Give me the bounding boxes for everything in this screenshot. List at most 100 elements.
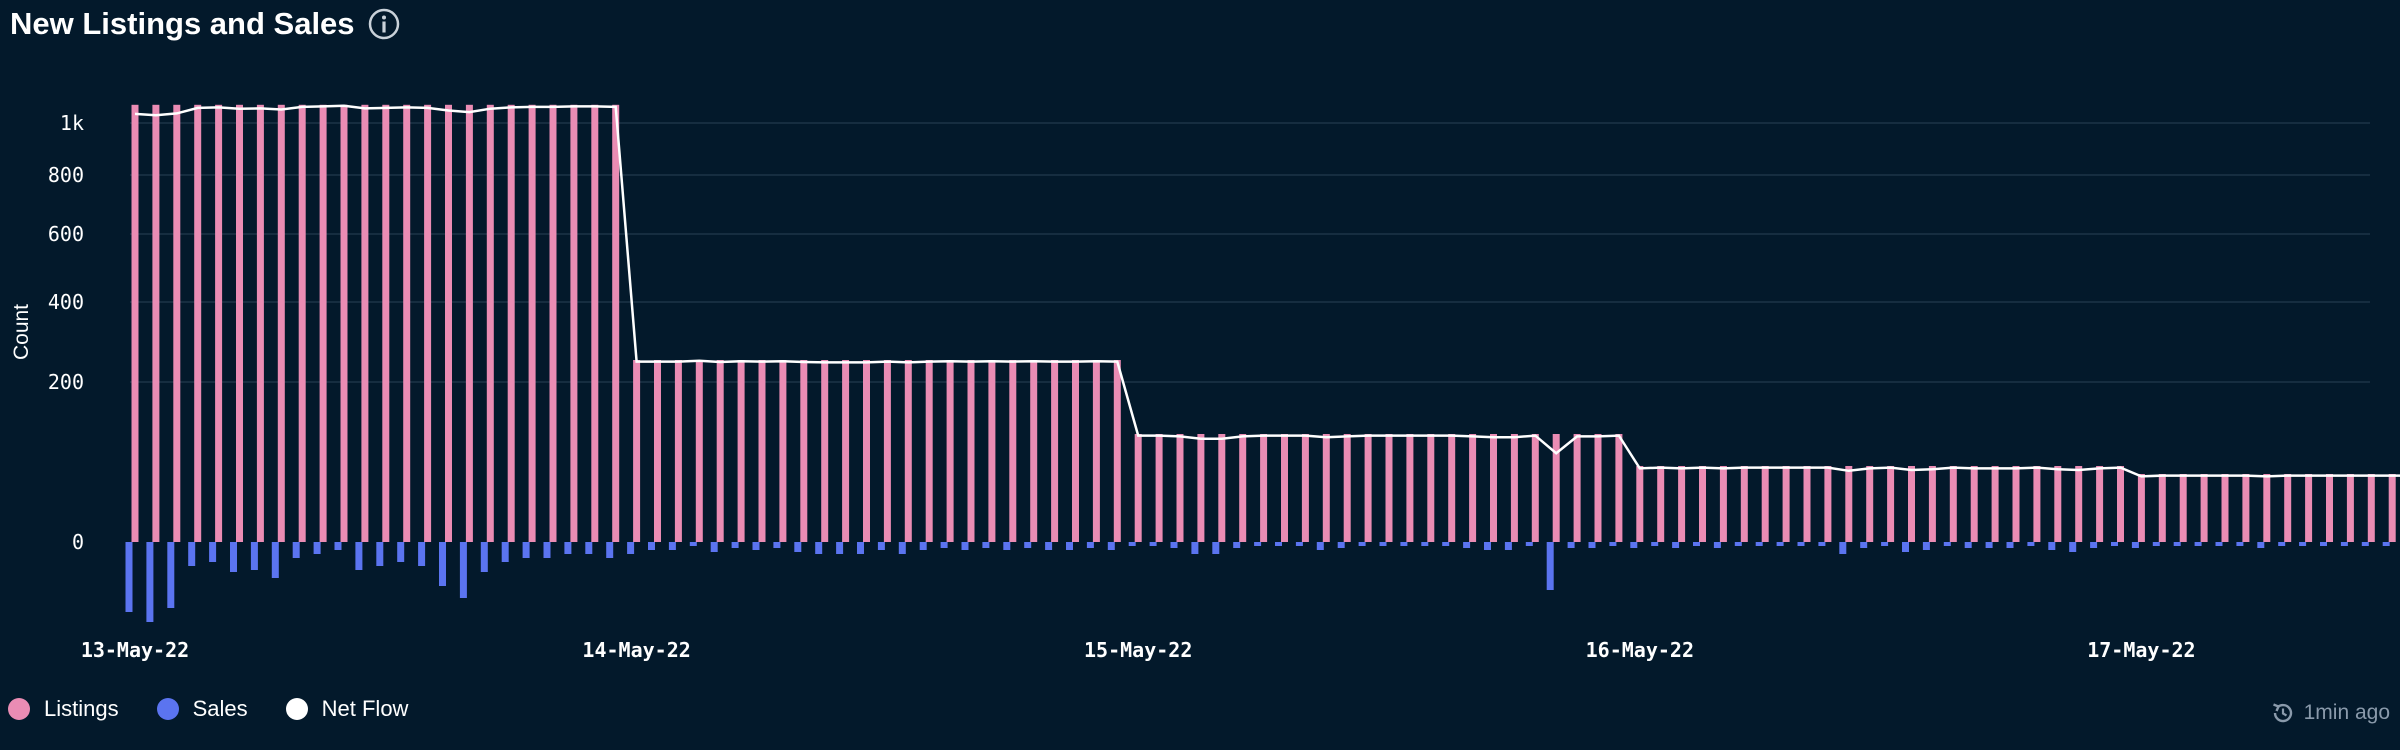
sales-bar [1066,542,1073,550]
listing-bar [988,360,996,542]
listing-bar [1301,434,1309,542]
sales-bar [1421,542,1429,546]
sales-bar [167,542,175,608]
legend-item-sales[interactable]: Sales [156,696,248,722]
listing-bar [1991,466,1999,542]
listing-bar [507,104,515,543]
listing-bar [1218,434,1226,542]
sales-bar [250,542,258,570]
sales-bar [627,542,635,554]
sales-bar [355,542,363,570]
sales-bar [815,542,823,554]
sales-bar [585,542,593,554]
sales-bar [1651,542,1659,546]
y-axis-title: Count [10,304,33,360]
sales-bar [1755,542,1763,546]
listing-bar [842,360,850,542]
listing-bar [173,104,181,543]
x-tick-label: 14-May-22 [582,638,690,662]
listing-bar [2367,474,2375,542]
listing-bar [215,104,223,543]
listing-bar [445,104,452,543]
legend-item-listings[interactable]: Listings [8,696,119,722]
sales-bar [1943,542,1951,546]
y-tick-label: 800 [48,163,84,187]
listing-bar [2284,474,2292,542]
sales-bar [2320,542,2327,546]
listing-bar [549,104,557,543]
listing-bar [570,104,578,543]
sales-bar [1379,542,1387,546]
sales-bar [209,542,217,562]
listing-bar [1260,434,1268,542]
listing-bar [1155,434,1163,542]
sales-bar [522,542,530,558]
listing-bar [904,360,912,542]
sales-bar [1191,542,1199,554]
listing-bar [465,104,473,543]
listing-bar [1782,466,1790,542]
legend-swatch-listings [8,698,30,720]
sales-bar [2278,542,2286,546]
listing-bar [2263,474,2271,542]
sales-bar [1776,542,1784,546]
sales-bar [1818,542,1826,546]
listing-bar [1092,360,1100,542]
sales-bar [1546,542,1554,590]
listing-bar [2326,474,2333,542]
sales-bar [2194,542,2202,546]
sales-bar [1693,542,1700,546]
listing-bar [925,360,933,542]
legend-item-net-flow[interactable]: Net Flow [285,696,408,722]
sales-bar [125,542,133,612]
sales-bar [1337,542,1345,548]
sales-bar [334,542,342,550]
listing-bar [1197,434,1205,542]
listing-bar [277,104,285,543]
sales-bar [1170,542,1178,548]
y-tick-label: 200 [48,370,84,394]
sales-bar [1003,542,1011,550]
sales-bar [1442,542,1450,546]
listing-bar [863,360,870,542]
listing-bar [1322,434,1330,542]
listing-bar [256,104,264,543]
listing-bar [340,104,348,543]
sales-bar [982,542,990,548]
y-tick-label: 1k [60,111,84,135]
listing-bar [1385,434,1393,542]
legend-label-listings: Listings [44,696,119,721]
listing-bar [1490,434,1497,542]
sales-bar [752,542,760,550]
listing-bar [2096,466,2104,542]
sales-bar [1881,542,1889,546]
listing-bar [1176,434,1184,542]
sales-bar [919,542,927,550]
x-tick-label: 13-May-22 [81,638,189,662]
listing-bar [1030,360,1038,542]
sales-bar [439,542,446,586]
listing-bar [737,360,745,542]
listing-bar [1699,466,1706,542]
listing-bar [236,104,243,543]
listing-bar [1009,360,1017,542]
sales-bar [1128,542,1136,546]
sales-bar [710,542,718,552]
sales-bar [1734,542,1742,546]
listing-bar [1970,466,1978,542]
sales-bar [459,542,467,598]
listing-bar [2075,466,2083,542]
sales-bar [668,542,676,550]
sales-bar [2069,542,2077,552]
sales-bar [1149,542,1157,546]
listing-bar [1051,360,1059,542]
listing-bar [591,104,599,543]
sales-bar [1045,542,1053,550]
sales-bar [1086,542,1094,548]
sales-bar [648,542,655,550]
listing-bar [1803,466,1811,542]
listing-bar [1427,434,1435,542]
refresh-icon[interactable] [2270,700,2296,726]
sales-bar [2236,542,2244,546]
listing-bar [528,104,536,543]
